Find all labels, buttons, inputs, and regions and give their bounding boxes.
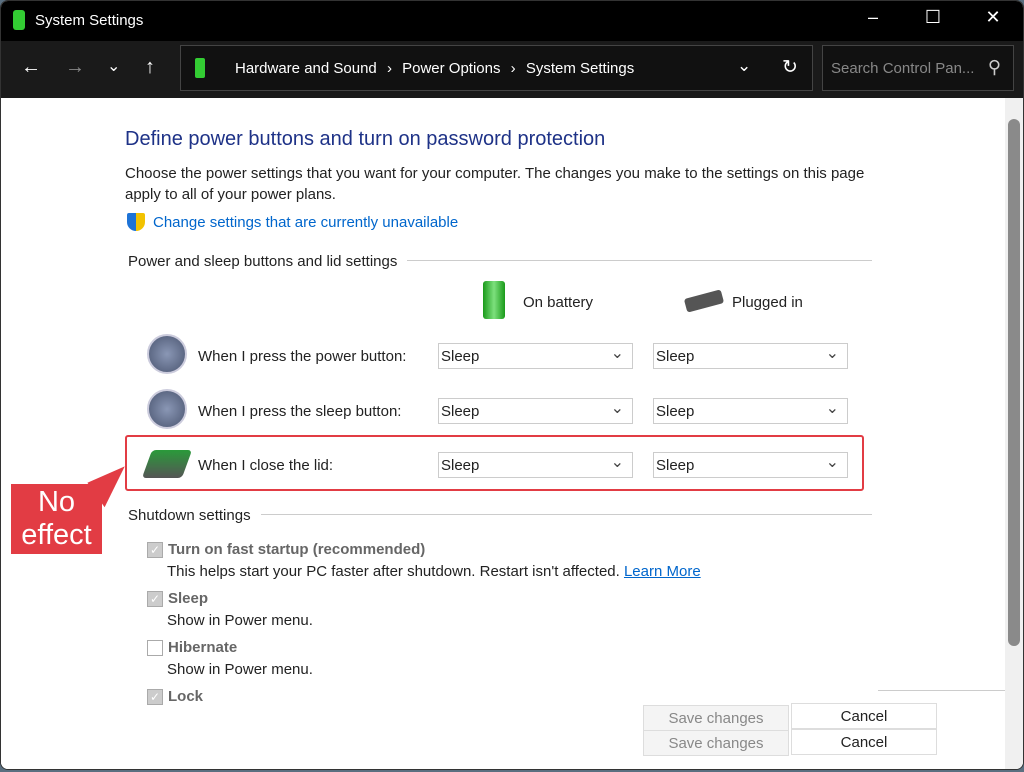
hibernate-checkbox[interactable] xyxy=(147,640,163,656)
select-value: Sleep xyxy=(441,348,480,365)
breadcrumb-system-settings[interactable]: System Settings xyxy=(526,60,634,77)
plug-icon xyxy=(683,289,725,313)
sleep-button-battery-select[interactable]: Sleep xyxy=(438,398,633,424)
battery-icon xyxy=(195,58,205,78)
scrollbar-thumb[interactable] xyxy=(1008,119,1020,646)
address-bar[interactable]: Hardware and Sound › Power Options › Sys… xyxy=(180,45,813,91)
breadcrumb: Hardware and Sound › Power Options › Sys… xyxy=(235,60,640,77)
change-settings-link[interactable]: Change settings that are currently unava… xyxy=(153,214,458,231)
address-dropdown-icon[interactable]: ⌄ xyxy=(737,56,751,76)
breadcrumb-separator: › xyxy=(386,60,392,77)
lock-checkbox[interactable]: ✓ xyxy=(147,689,163,705)
sleep-desc: Show in Power menu. xyxy=(167,612,313,629)
section-heading-buttons: Power and sleep buttons and lid settings xyxy=(128,253,408,270)
column-on-battery: On battery xyxy=(523,294,594,311)
minimize-button[interactable]: – xyxy=(853,7,893,28)
hibernate-label: Hibernate xyxy=(168,639,238,656)
sleep-label: Sleep xyxy=(168,590,209,607)
power-button-plugged-select[interactable]: Sleep xyxy=(653,343,848,369)
breadcrumb-power-options[interactable]: Power Options xyxy=(402,60,500,77)
search-placeholder: Search Control Pan... xyxy=(831,60,975,77)
fast-startup-label: Turn on fast startup (recommended) xyxy=(168,541,426,558)
main-content: Define power buttons and turn on passwor… xyxy=(1,98,1005,769)
sleep-button-icon xyxy=(147,389,187,429)
hibernate-desc: Show in Power menu. xyxy=(167,661,313,678)
window-title: System Settings xyxy=(35,12,144,29)
vertical-scrollbar[interactable] xyxy=(1005,98,1023,769)
recent-locations-button[interactable]: ⌄ xyxy=(107,56,120,76)
section-heading-shutdown: Shutdown settings xyxy=(128,507,261,524)
divider xyxy=(878,690,1005,691)
select-value: Sleep xyxy=(656,348,695,365)
close-button[interactable]: ✕ xyxy=(973,7,1013,28)
forward-button[interactable]: → xyxy=(65,56,85,79)
cancel-button[interactable]: Cancel xyxy=(791,729,937,755)
title-bar: System Settings – ☐ ✕ xyxy=(1,1,1023,41)
breadcrumb-separator: › xyxy=(510,60,516,77)
maximize-button[interactable]: ☐ xyxy=(913,7,953,28)
sleep-checkbox[interactable]: ✓ xyxy=(147,591,163,607)
select-value: Sleep xyxy=(656,403,695,420)
save-changes-button[interactable]: Save changes xyxy=(643,730,789,756)
page-title: Define power buttons and turn on passwor… xyxy=(125,128,606,150)
lock-label: Lock xyxy=(168,688,204,705)
learn-more-link[interactable]: Learn More xyxy=(624,563,701,580)
fast-startup-checkbox[interactable]: ✓ xyxy=(147,542,163,558)
cancel-button[interactable]: Cancel xyxy=(791,703,937,729)
sleep-button-label: When I press the sleep button: xyxy=(198,403,402,420)
column-plugged-in: Plugged in xyxy=(732,294,803,311)
power-button-battery-select[interactable]: Sleep xyxy=(438,343,633,369)
search-input[interactable]: Search Control Pan... ⚲ xyxy=(822,45,1014,91)
fast-startup-desc: This helps start your PC faster after sh… xyxy=(167,563,701,580)
save-changes-button[interactable]: Save changes xyxy=(643,705,789,731)
battery-icon xyxy=(483,281,505,319)
callout-text: No effect xyxy=(21,486,92,551)
power-button-label: When I press the power button: xyxy=(198,348,407,365)
search-icon[interactable]: ⚲ xyxy=(988,57,1001,78)
annotation-callout: No effect xyxy=(11,484,102,554)
up-button[interactable]: ↑ xyxy=(145,56,155,79)
shield-icon xyxy=(127,213,145,231)
select-value: Sleep xyxy=(441,403,480,420)
page-description: Choose the power settings that you want … xyxy=(125,165,865,203)
desc-text: This helps start your PC faster after sh… xyxy=(167,563,620,580)
battery-app-icon xyxy=(13,10,25,30)
power-button-icon xyxy=(147,334,187,374)
sleep-button-plugged-select[interactable]: Sleep xyxy=(653,398,848,424)
lid-highlight-box xyxy=(125,435,864,491)
navigation-bar: ← → ⌄ ↑ Hardware and Sound › Power Optio… xyxy=(1,41,1023,98)
window: System Settings – ☐ ✕ ← → ⌄ ↑ Hardware a… xyxy=(0,0,1024,770)
back-button[interactable]: ← xyxy=(21,56,41,79)
refresh-button[interactable]: ↻ xyxy=(782,56,798,79)
breadcrumb-hardware-and-sound[interactable]: Hardware and Sound xyxy=(235,60,377,77)
